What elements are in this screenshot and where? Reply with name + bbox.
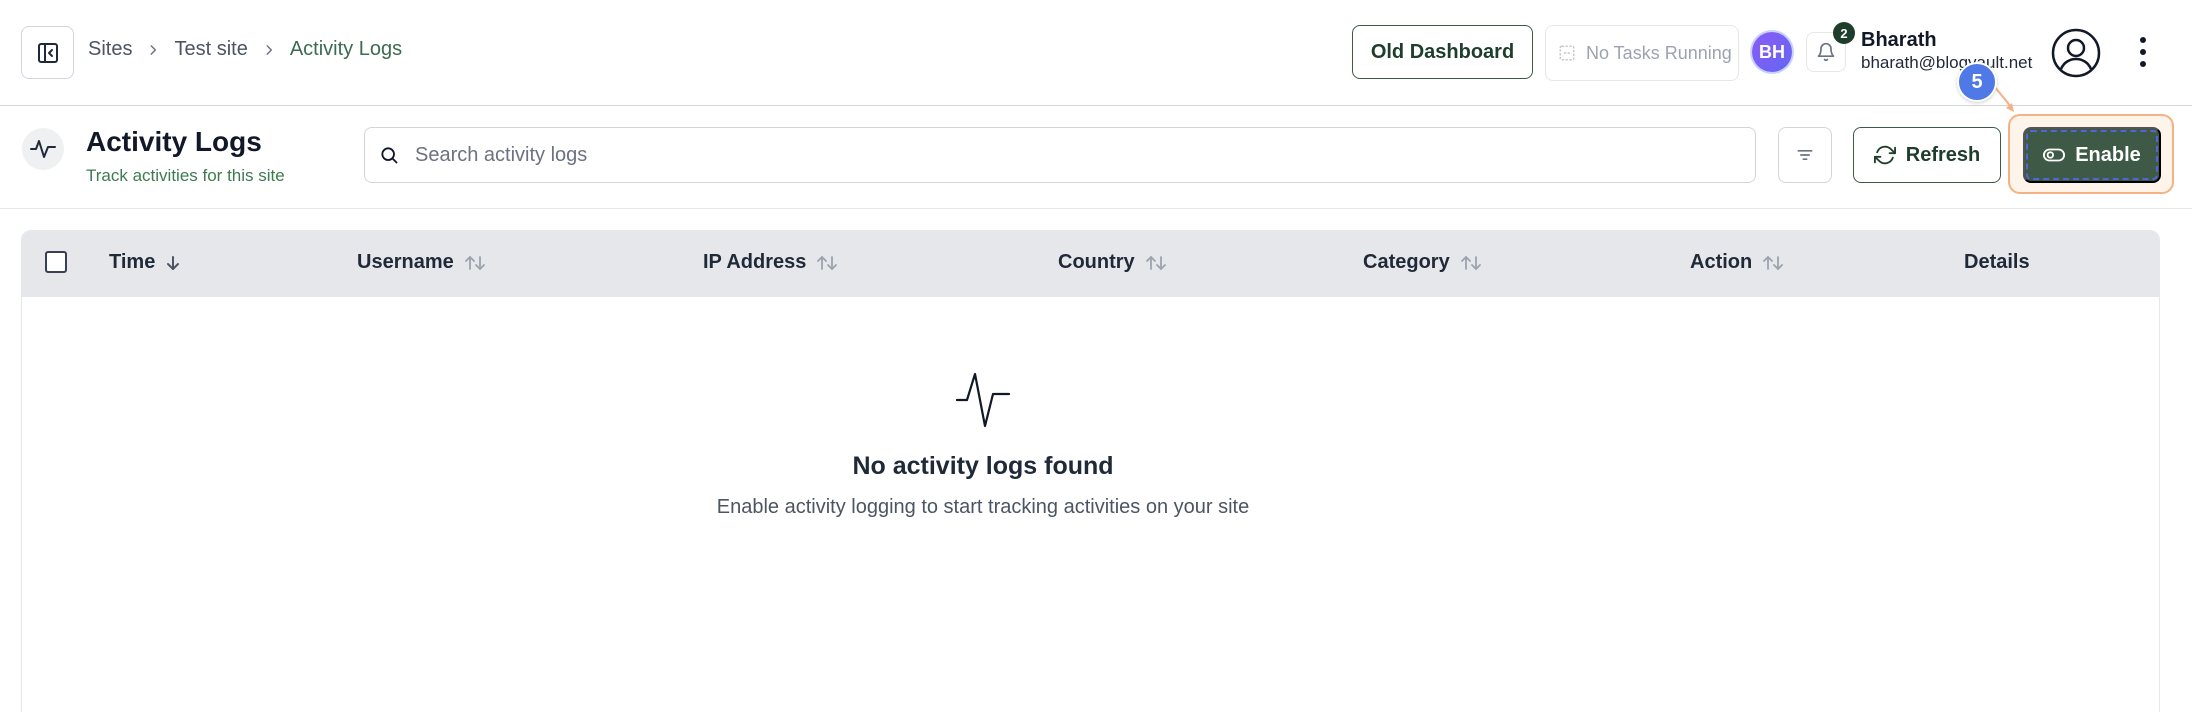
breadcrumb-item-test-site[interactable]: Test site [174, 38, 247, 61]
column-header-username[interactable]: Username [357, 251, 486, 274]
filter-icon [1797, 150, 1813, 160]
column-header-action[interactable]: Action [1690, 251, 1784, 274]
top-header: Sites Test site Activity Logs Old Dashbo… [0, 0, 2192, 106]
page-title: Activity Logs [86, 126, 262, 157]
activity-icon [22, 128, 64, 170]
refresh-icon [1873, 145, 1896, 165]
search-input[interactable] [415, 143, 1715, 167]
user-name: Bharath [1861, 29, 1937, 51]
tasks-status[interactable]: No Tasks Running [1545, 25, 1739, 81]
empty-state-title: No activity logs found [852, 452, 1114, 480]
breadcrumb-item-sites[interactable]: Sites [88, 38, 132, 61]
enable-button-label: Enable [2075, 143, 2141, 166]
kebab-menu-icon[interactable] [2128, 34, 2158, 70]
page-header: Activity Logs Track activities for this … [0, 106, 2192, 209]
chevron-right-icon [262, 43, 276, 57]
sort-icon [817, 255, 838, 270]
column-header-category[interactable]: Category [1363, 251, 1482, 274]
chevron-right-icon [146, 43, 160, 57]
breadcrumb: Sites Test site Activity Logs [88, 38, 402, 61]
filter-button[interactable] [1778, 127, 1832, 183]
step-number-badge: 5 [1957, 62, 1997, 102]
user-email: bharath@blogvault.net [1861, 53, 2033, 72]
sort-icon [464, 255, 485, 270]
column-header-details: Details [1964, 251, 2030, 273]
tasks-icon [1559, 45, 1575, 61]
refresh-button[interactable]: Refresh [1853, 127, 2001, 183]
refresh-button-label: Refresh [1905, 143, 1981, 166]
select-all-checkbox[interactable] [45, 251, 67, 273]
column-header-country[interactable]: Country [1058, 251, 1167, 274]
panel-left-icon [37, 42, 58, 63]
sort-icon [1460, 255, 1481, 270]
user-menu-button[interactable] [2050, 27, 2102, 79]
sort-icon [1763, 255, 1784, 270]
tasks-status-label: No Tasks Running [1586, 42, 1732, 63]
user-circle-icon [2051, 28, 2101, 78]
search-box [364, 127, 1756, 183]
sort-icon [1145, 255, 1166, 270]
toggle-icon [2043, 148, 2066, 162]
avatar[interactable]: BH [1752, 32, 1792, 72]
search-icon [381, 147, 398, 164]
bell-icon [1817, 42, 1835, 62]
sidebar-toggle-button[interactable] [21, 26, 74, 79]
column-header-ip-address[interactable]: IP Address [703, 251, 838, 274]
column-header-time[interactable]: Time [109, 251, 181, 274]
table-header-row: Time Username IP Address Country Categor… [22, 231, 2159, 297]
empty-state-description: Enable activity logging to start trackin… [716, 496, 1250, 518]
sort-desc-icon [167, 255, 180, 270]
notification-count-badge: 2 [1833, 22, 1855, 44]
old-dashboard-button[interactable]: Old Dashboard [1352, 25, 1533, 79]
page-subtitle: Track activities for this site [86, 166, 285, 185]
breadcrumb-current: Activity Logs [289, 38, 403, 60]
enable-button[interactable]: Enable [2023, 127, 2161, 183]
activity-icon [955, 372, 1011, 428]
